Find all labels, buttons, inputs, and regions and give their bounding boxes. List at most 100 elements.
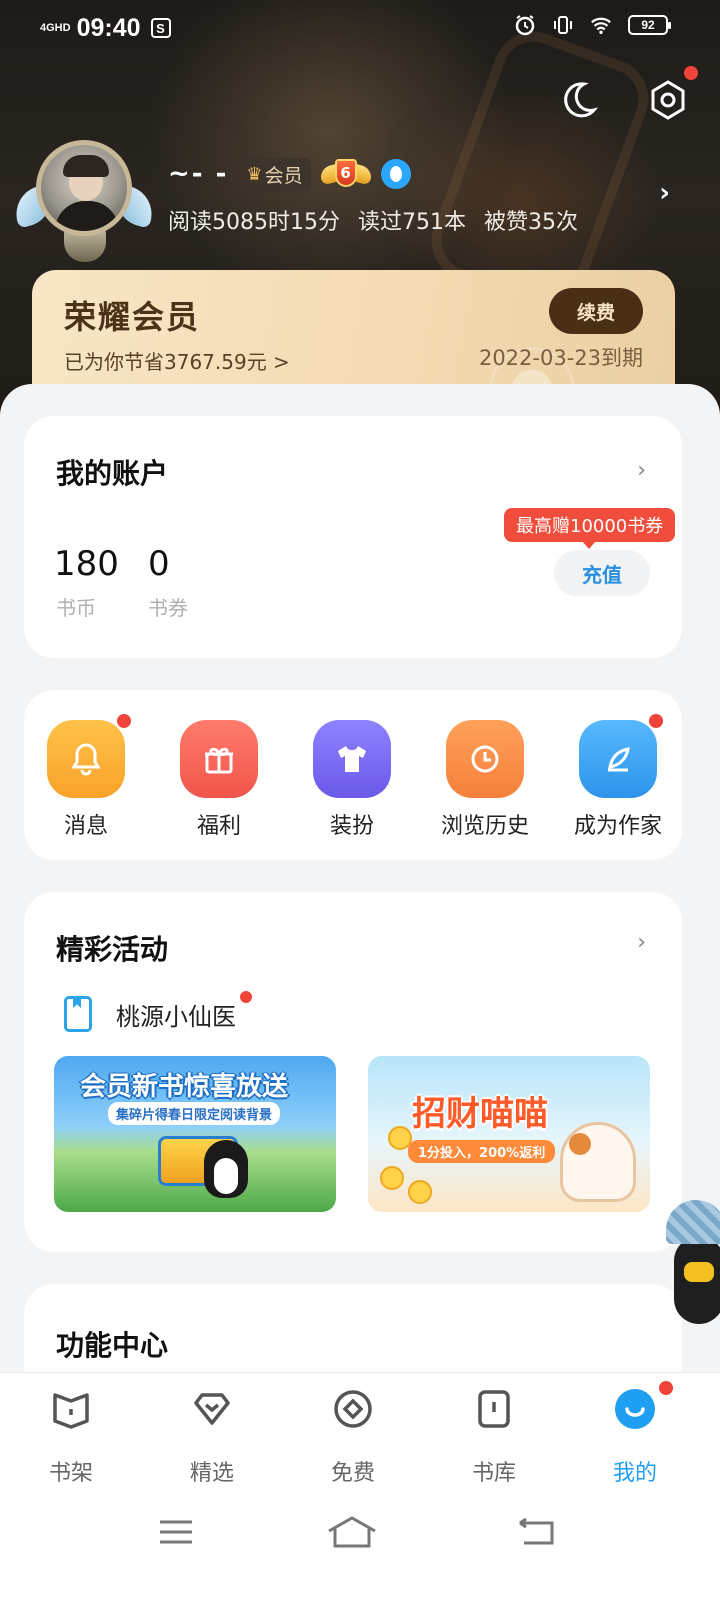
shortcut-label: 福利	[196, 814, 241, 839]
feather-icon	[579, 714, 663, 798]
tab-label: 免费	[330, 1461, 375, 1486]
tab-bookshelf[interactable]: 书架	[16, 1387, 126, 1487]
lucky-cat-illustration	[560, 1122, 636, 1202]
vip-expire-date: 2022-03-23到期	[478, 346, 643, 370]
vip-tag: ♛ 会员	[238, 157, 311, 191]
tab-label: 我的	[612, 1461, 657, 1486]
settings-notification-dot	[684, 66, 698, 80]
avatar[interactable]	[10, 128, 158, 268]
shortcut-messages[interactable]: 消息	[26, 714, 146, 840]
status-time: 09:40	[76, 13, 141, 42]
tab-me[interactable]: 我的	[580, 1381, 690, 1487]
username: ~- -	[168, 159, 229, 189]
me-notification-dot	[659, 1381, 673, 1395]
banner1-title: 会员新书惊喜放送	[80, 1072, 289, 1102]
banner2-title: 招财喵喵	[412, 1094, 548, 1134]
messages-notification-dot	[117, 714, 131, 728]
menu-icon	[160, 1520, 192, 1544]
level-number: 6	[334, 159, 357, 187]
level-badge: 6	[320, 157, 371, 191]
menu-nav-button[interactable]	[146, 1512, 206, 1552]
free-icon	[331, 1387, 375, 1431]
qq-penguin-icon	[380, 159, 411, 189]
shortcut-label: 装扮	[329, 814, 374, 839]
read-time-stat: 阅读5085时15分	[168, 210, 340, 235]
coins-value: 180	[54, 544, 119, 584]
night-mode-button[interactable]	[556, 78, 600, 122]
sim-badge: S	[150, 18, 171, 38]
activities-title: 精彩活动	[56, 933, 169, 966]
author-notification-dot	[649, 714, 663, 728]
shortcut-label: 成为作家	[573, 814, 662, 839]
profile-info[interactable]: ~- - ♛ 会员 6 阅读5085时15分 读过751本 被赞35次	[168, 152, 578, 236]
penguin-illustration	[204, 1140, 248, 1198]
crown-icon: ♛	[246, 163, 263, 185]
moon-icon	[564, 82, 599, 118]
bookmark-book-icon	[64, 996, 92, 1032]
books-read-stat: 读过751本	[357, 210, 466, 235]
vip-tag-label: 会员	[264, 164, 303, 187]
bell-icon	[47, 714, 131, 798]
activity-book-item[interactable]: 桃源小仙医	[64, 990, 252, 1032]
banner2-subtitle: 1分投入，200%返利	[408, 1140, 556, 1163]
shortcut-become-author[interactable]: 成为作家	[558, 714, 678, 840]
account-title: 我的账户	[56, 457, 169, 490]
settings-icon	[651, 80, 685, 120]
banner-vip-new-books[interactable]: 会员新书惊喜放送 集碎片得春日限定阅读背景	[54, 1056, 336, 1212]
renew-button[interactable]: 续费	[549, 288, 643, 334]
alarm-icon	[514, 14, 536, 36]
clock-icon	[446, 720, 524, 798]
banner1-subtitle: 集碎片得春日限定阅读背景	[108, 1102, 281, 1125]
shortcut-welfare[interactable]: 福利	[159, 720, 279, 840]
activity-book-label: 桃源小仙医	[116, 990, 252, 1032]
recharge-promo-tip: 最高赠10000书券	[504, 508, 676, 549]
tab-featured[interactable]: 精选	[157, 1387, 267, 1487]
profile-chevron-icon[interactable]: ›	[659, 178, 670, 208]
back-nav-button[interactable]	[506, 1512, 566, 1552]
profile-header: 4GHD 09:40 S 92 ~- - ♛ 会员 6 阅读5085时15分 读…	[0, 0, 720, 430]
library-icon	[472, 1387, 516, 1431]
recharge-button[interactable]: 充值	[554, 550, 650, 596]
wifi-icon	[590, 14, 612, 36]
vouchers-label: 书券	[148, 596, 188, 620]
activities-chevron-icon[interactable]: ›	[637, 930, 646, 955]
settings-button[interactable]	[646, 66, 698, 122]
reading-stats: 阅读5085时15分 读过751本 被赞35次	[168, 204, 578, 236]
account-card[interactable]: 我的账户 › 180 0 书币 书券 最高赠10000书券 充值	[24, 416, 682, 658]
back-icon	[519, 1517, 554, 1545]
tab-label: 书架	[48, 1461, 93, 1486]
shortcut-dressup[interactable]: 装扮	[292, 720, 412, 840]
system-navigation-bar	[0, 1492, 720, 1600]
tab-free[interactable]: 免费	[298, 1387, 408, 1487]
vouchers-value: 0	[148, 544, 170, 584]
battery-indicator: 92	[628, 15, 671, 35]
status-bar: 4GHD 09:40 S 92	[0, 0, 720, 56]
tshirt-icon	[313, 720, 391, 798]
banner-lucky-cat[interactable]: 招财喵喵 1分投入，200%返利	[368, 1056, 650, 1212]
bottom-tab-bar: 书架 精选 免费 书库 我的	[0, 1372, 720, 1492]
gift-icon	[180, 720, 258, 798]
avatar-image	[36, 140, 132, 236]
vibrate-icon	[552, 14, 574, 36]
account-chevron-icon[interactable]: ›	[637, 458, 646, 483]
activity-book-title: 桃源小仙医	[116, 1002, 236, 1031]
activity-notification-dot	[240, 990, 252, 1003]
tab-label: 书库	[471, 1461, 516, 1486]
home-nav-button[interactable]	[322, 1512, 382, 1552]
shortcut-label: 浏览历史	[440, 814, 529, 839]
coins-label: 书币	[56, 596, 96, 620]
bookshelf-icon	[49, 1387, 93, 1431]
tab-library[interactable]: 书库	[439, 1387, 549, 1487]
floating-mascot[interactable]	[660, 1200, 720, 1330]
me-icon	[613, 1381, 673, 1431]
home-icon	[328, 1516, 376, 1548]
shortcuts-card: 消息 福利 装扮 浏览历史 成为作家	[24, 690, 682, 860]
function-center-title: 功能中心	[56, 1329, 169, 1362]
featured-icon	[190, 1387, 234, 1431]
shortcut-history[interactable]: 浏览历史	[425, 720, 545, 840]
tab-label: 精选	[189, 1461, 234, 1486]
vip-card[interactable]: 荣耀会员 已为你节省3767.59元 > 续费 2022-03-23到期	[32, 270, 675, 395]
shortcut-label: 消息	[63, 814, 108, 839]
likes-stat: 被赞35次	[483, 210, 578, 235]
activities-card: 精彩活动 › 桃源小仙医 会员新书惊喜放送 集碎片得春日限定阅读背景 招财喵喵 …	[24, 892, 682, 1252]
